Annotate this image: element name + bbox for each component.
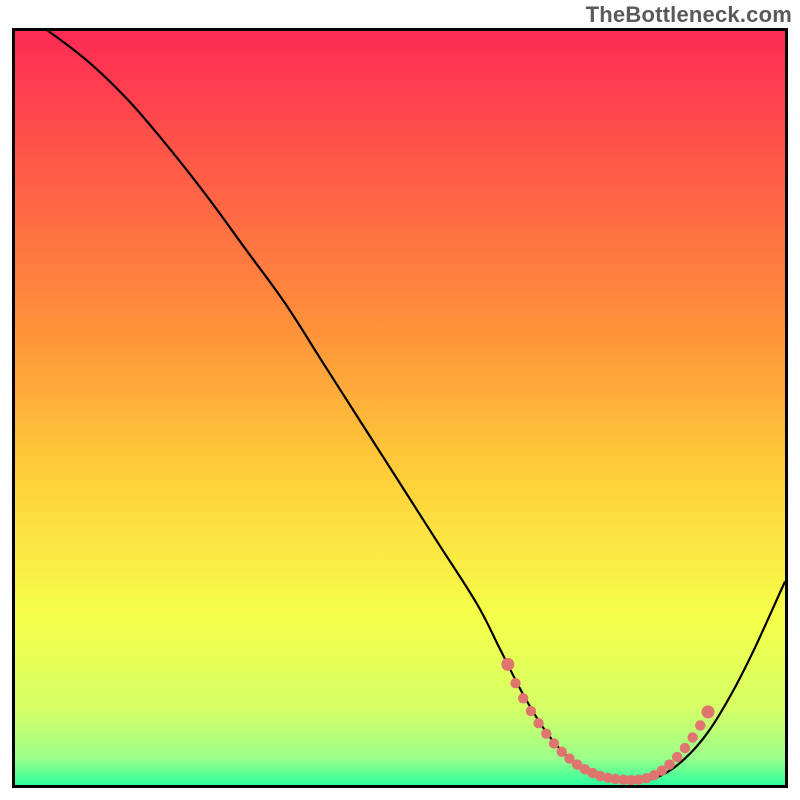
chart-container: TheBottleneck.com <box>0 0 800 800</box>
watermark-text: TheBottleneck.com <box>586 2 792 28</box>
plot-area <box>12 28 788 788</box>
gradient-background <box>15 31 785 785</box>
chart-svg <box>15 31 785 785</box>
